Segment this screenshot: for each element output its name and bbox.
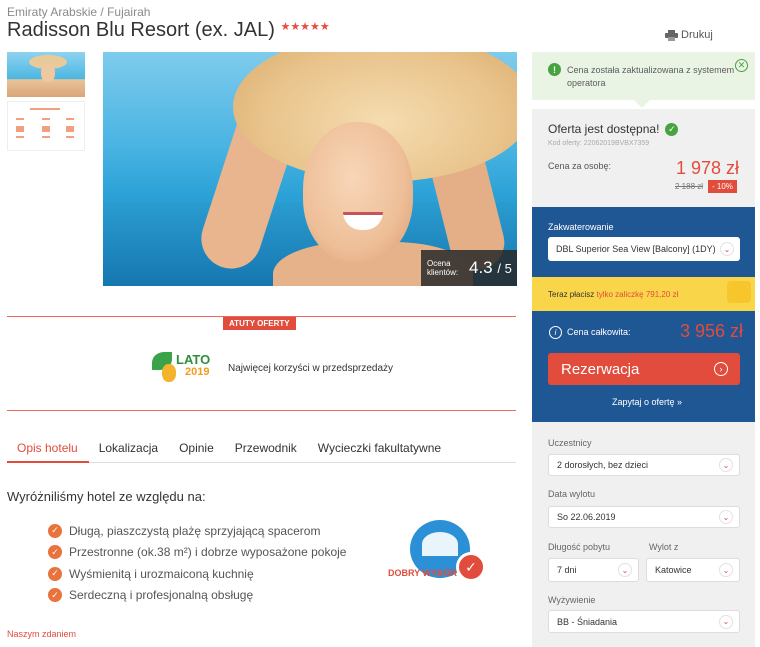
check-icon: ✓ bbox=[48, 523, 62, 538]
length-label: Długość pobytu bbox=[548, 542, 611, 552]
notice-text: Cena została zaktualizowana z systemem o… bbox=[567, 65, 735, 88]
tab-wycieczki[interactable]: Wycieczki fakultatywne bbox=[308, 433, 452, 463]
features-title: Wyróżniliśmy hotel ze względu na: bbox=[7, 489, 206, 504]
print-label: Drukuj bbox=[681, 29, 713, 41]
printer-icon bbox=[665, 29, 678, 41]
list-item: ✓ Serdeczną i profesjonalną obsługę bbox=[48, 585, 346, 607]
price-update-notice: ! Cena została zaktualizowana z systemem… bbox=[532, 52, 755, 100]
tab-przewodnik[interactable]: Przewodnik bbox=[225, 433, 308, 463]
chevron-down-icon: ⌄ bbox=[719, 458, 733, 472]
page-title: Radisson Blu Resort (ex. JAL) ★★★★★ bbox=[7, 19, 330, 42]
breadcrumb-separator: / bbox=[100, 5, 104, 19]
promo-text: Najwięcej korzyści w przedsprzedaży bbox=[228, 363, 394, 374]
chevron-down-icon: ⌄ bbox=[719, 614, 733, 629]
old-price: 2 188 zł bbox=[675, 182, 704, 191]
tab-opis-hotelu[interactable]: Opis hotelu bbox=[7, 433, 89, 463]
departure-label: Wylot z bbox=[649, 542, 679, 552]
list-item: ✓ Wyśmienitą i urozmaiconą kuchnię bbox=[48, 563, 346, 585]
info-icon: ! bbox=[548, 63, 561, 76]
chevron-down-icon: ⌄ bbox=[618, 563, 632, 577]
offer-code: Kod oferty: 22062019BVBX7359 bbox=[548, 140, 650, 147]
price-per-person: 1 978 zł bbox=[675, 158, 739, 178]
thumbnail-strip bbox=[7, 52, 87, 151]
board-select[interactable]: BB - Śniadania ⌄ bbox=[548, 610, 740, 633]
search-form: Uczestnicy 2 dorosłych, bez dzieci ⌄ Data… bbox=[532, 422, 755, 647]
lato-2019-logo: LATO 2019 bbox=[152, 352, 216, 382]
departure-select[interactable]: Katowice ⌄ bbox=[646, 558, 740, 582]
hotel-name: Radisson Blu Resort (ex. JAL) bbox=[7, 19, 275, 41]
hotel-tabs: Opis hotelu Lokalizacja Opinie Przewodni… bbox=[7, 433, 516, 463]
reservation-button[interactable]: Rezerwacja › bbox=[548, 353, 740, 385]
date-label: Data wylotu bbox=[548, 489, 596, 499]
arrow-right-icon: › bbox=[714, 362, 728, 376]
room-label: Zakwaterowanie bbox=[548, 222, 614, 232]
breadcrumb-country[interactable]: Emiraty Arabskie bbox=[7, 5, 97, 19]
date-select[interactable]: So 22.06.2019 ⌄ bbox=[548, 506, 740, 528]
deposit-banner: Teraz płacisz tylko zaliczkę 791,20 zł bbox=[532, 277, 755, 311]
chevron-down-icon: ⌄ bbox=[720, 242, 734, 256]
total-price: 3 956 zł bbox=[680, 321, 744, 341]
list-item: ✓ Przestronne (ok.38 m²) i dobrze wyposaż… bbox=[48, 542, 346, 564]
thumbnail-photo[interactable] bbox=[7, 52, 85, 97]
wallet-icon bbox=[727, 281, 751, 303]
ask-about-offer-link[interactable]: Zapytaj o ofertę » bbox=[612, 397, 682, 407]
notice-arrow bbox=[634, 100, 650, 108]
atuty-oferty-label: ATUTY OFERTY bbox=[223, 317, 296, 330]
participants-select[interactable]: 2 dorosłych, bez dzieci ⌄ bbox=[548, 454, 740, 476]
board-label: Wyżywienie bbox=[548, 595, 596, 605]
room-select[interactable]: DBL Superior Sea View [Balcony] (1DY) ⌄ bbox=[548, 237, 740, 261]
naszym-zdaniem-heading: Naszym zdaniem bbox=[7, 629, 77, 639]
close-icon[interactable]: ✕ bbox=[735, 59, 748, 72]
breadcrumb: Emiraty Arabskie / Fujairah bbox=[7, 5, 150, 19]
length-select[interactable]: 7 dni ⌄ bbox=[548, 558, 639, 582]
features-list: ✓ Długą, piaszczystą plażę sprzyjającą sp… bbox=[48, 520, 346, 606]
chevron-down-icon: ⌄ bbox=[719, 563, 733, 577]
tab-lokalizacja[interactable]: Lokalizacja bbox=[89, 433, 169, 463]
hero-photo[interactable]: Ocena klientów: 4.3 / 5 bbox=[103, 52, 517, 286]
breadcrumb-region[interactable]: Fujairah bbox=[107, 5, 150, 19]
offer-title: Oferta jest dostępna! bbox=[548, 122, 660, 136]
print-button[interactable]: Drukuj bbox=[665, 29, 713, 41]
tab-opinie[interactable]: Opinie bbox=[169, 433, 225, 463]
divider bbox=[7, 410, 516, 411]
rating-value: 4.3 / 5 bbox=[469, 258, 512, 277]
check-icon: ✓ bbox=[48, 545, 62, 560]
price-per-person-label: Cena za osobę: bbox=[548, 161, 612, 171]
total-price-label: Cena całkowita: bbox=[567, 327, 631, 337]
dobry-wybor-badge: DOBRY WYBÓR ✓ bbox=[386, 518, 490, 588]
check-icon: ✓ bbox=[665, 122, 679, 136]
info-icon[interactable]: i bbox=[549, 326, 562, 339]
rating-label: Ocena klientów: bbox=[427, 259, 459, 277]
list-item: ✓ Długą, piaszczystą plażę sprzyjającą sp… bbox=[48, 520, 346, 542]
offer-summary: Oferta jest dostępna! ✓ Kod oferty: 22062… bbox=[532, 109, 755, 207]
check-icon: ✓ bbox=[48, 588, 62, 603]
participants-label: Uczestnicy bbox=[548, 438, 592, 448]
booking-panel: Zakwaterowanie DBL Superior Sea View [Ba… bbox=[532, 207, 755, 422]
thumbnail-infographic[interactable] bbox=[7, 101, 85, 151]
discount-badge: - 10% bbox=[708, 180, 737, 193]
check-icon: ✓ bbox=[48, 566, 62, 581]
chevron-down-icon: ⌄ bbox=[719, 510, 733, 524]
hotel-stars: ★★★★★ bbox=[280, 21, 330, 33]
customer-rating: Ocena klientów: 4.3 / 5 bbox=[421, 250, 517, 286]
